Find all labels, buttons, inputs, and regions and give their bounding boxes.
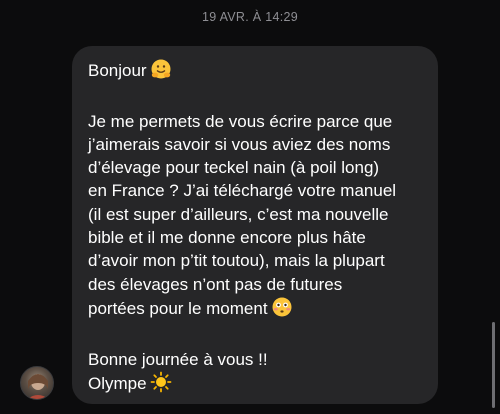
sender-avatar[interactable] [20, 366, 54, 400]
body-line: bible et il me donne encore plus hâte [88, 228, 366, 248]
body-line: des élevages n’ont pas de futures [88, 274, 343, 294]
message-timestamp: 19 AVR. À 14:29 [202, 10, 298, 24]
message-bubble[interactable]: Bonjour Je me permets de vous écrire par… [72, 46, 438, 404]
sun-emoji-icon [150, 371, 172, 399]
avatar-photo-icon [27, 374, 49, 399]
body-line-last: portées pour le moment [88, 296, 426, 324]
body-line: en France ? J’ai téléchargé votre manuel [88, 181, 397, 201]
conversation-screen: 19 AVR. À 14:29 Bonjour Je me permets de… [0, 0, 500, 414]
body-line: d’avoir mon p’tit toutou), mais la plupa… [88, 251, 385, 271]
body-line: (il est super d’ailleurs, c’est ma nouve… [88, 204, 389, 224]
hugging-face-emoji-icon [150, 58, 172, 86]
body-line-text: portées pour le moment [88, 298, 268, 318]
flushed-face-emoji-icon [271, 296, 293, 324]
signature-text: Olympe [88, 373, 147, 393]
greeting-text: Bonjour [88, 61, 147, 80]
closing-line: Bonne journée à vous !! [88, 349, 268, 369]
scrollbar-thumb[interactable] [492, 322, 495, 408]
signature-line: Olympe [88, 371, 426, 399]
greeting-line: Bonjour [88, 58, 426, 86]
body-line: Je me permets de vous écrire parce que [88, 111, 393, 131]
body-line: j’aimerais savoir si vous aviez des noms [88, 134, 391, 154]
body-line: d’élevage pour teckel nain (à poil long) [88, 158, 380, 178]
